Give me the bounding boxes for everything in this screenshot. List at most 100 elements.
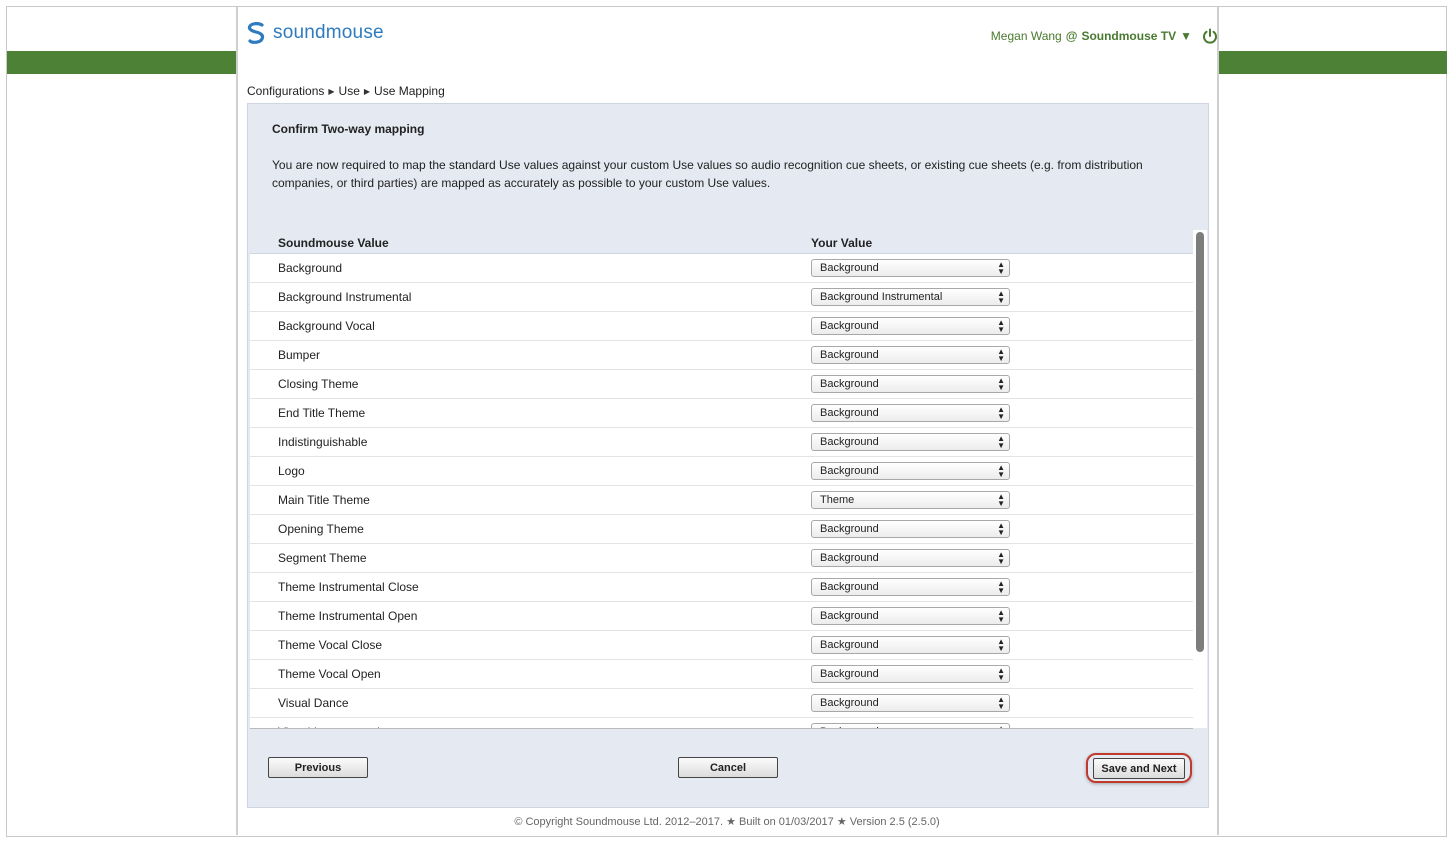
select-arrows-icon: ▲▼ <box>997 434 1005 450</box>
soundmouse-logo[interactable]: soundmouse <box>247 20 384 46</box>
table-row: Segment Theme Background ▲ ▼ <box>250 544 1193 573</box>
your-value-select[interactable]: Background ▲▼ <box>811 694 1010 712</box>
your-value-select[interactable]: Background ▲▼ <box>811 665 1010 683</box>
select-value: Background <box>820 639 879 651</box>
main-nav: General Users Channels Prod. Companies C… <box>278 51 1178 74</box>
select-arrows-icon: ▲▼ <box>997 492 1005 508</box>
table-row: End Title Theme Background ▲ ▼ <box>250 399 1193 428</box>
nav-general[interactable]: General <box>278 51 428 74</box>
your-value-select[interactable]: Background ▲▼ <box>811 636 1010 654</box>
soundmouse-value-label: Segment Theme <box>278 551 367 565</box>
select-value: Background <box>820 436 879 448</box>
your-value-select[interactable]: Background ▲▼ <box>811 607 1010 625</box>
table-header: Soundmouse Value Your Value <box>250 230 1193 254</box>
soundmouse-value-label: Visual Dance <box>278 696 349 710</box>
table-scrollbar[interactable] <box>1193 230 1207 728</box>
your-value-select[interactable]: Background ▲▼ <box>811 462 1010 480</box>
soundmouse-logo-icon <box>247 22 265 44</box>
select-arrows-icon: ▲▼ <box>997 637 1005 653</box>
power-icon[interactable] <box>1202 28 1218 44</box>
select-value: Background <box>820 726 879 728</box>
logo-text: soundmouse <box>273 22 384 43</box>
your-value-select[interactable]: Background ▲▼ <box>811 404 1010 422</box>
soundmouse-value-label: Theme Vocal Open <box>278 667 381 681</box>
select-arrows-icon: ▲▼ <box>997 724 1005 729</box>
select-arrows-icon: ▲▼ <box>997 376 1005 392</box>
table-row: Theme Vocal Close Background ▲ ▼ <box>250 631 1193 660</box>
soundmouse-value-label: Theme Instrumental Close <box>278 580 419 594</box>
select-value: Background <box>820 523 879 535</box>
panel-title: Confirm Two-way mapping <box>272 122 425 136</box>
select-value: Background Instrumental <box>820 291 943 303</box>
select-value: Background <box>820 697 879 709</box>
account-dropdown-caret-icon[interactable]: ▼ <box>1180 29 1192 43</box>
your-value-select[interactable]: Background ▲▼ <box>811 723 1010 729</box>
your-value-select[interactable]: Background ▲▼ <box>811 259 1010 277</box>
mapping-table[interactable]: Soundmouse Value Your Value Background Ba… <box>250 230 1193 729</box>
user-name: Megan Wang <box>990 29 1062 43</box>
select-arrows-icon: ▲▼ <box>997 579 1005 595</box>
soundmouse-value-label: End Title Theme <box>278 406 366 420</box>
your-value-select[interactable]: Theme ▲ ▼ <box>811 491 1010 509</box>
soundmouse-value-label: Theme Vocal Close <box>278 638 383 652</box>
table-row: Background Instrumental Background Instru… <box>250 283 1193 312</box>
select-value: Background <box>820 349 879 361</box>
your-value-select[interactable]: Background ▲▼ <box>811 346 1010 364</box>
column-header-your-value: Your Value <box>811 236 873 250</box>
soundmouse-value-label: Indistinguishable <box>278 435 368 449</box>
cancel-button[interactable]: Cancel <box>678 757 778 778</box>
soundmouse-value-label: Visual Instrumental <box>278 725 380 728</box>
select-arrows-icon: ▲▼ <box>997 405 1005 421</box>
select-arrows-icon: ▲▼ <box>997 666 1005 682</box>
soundmouse-value-label: Background Vocal <box>278 319 375 333</box>
breadcrumb-arrow-icon: ▶ <box>363 86 371 96</box>
soundmouse-value-label: Bumper <box>278 348 321 362</box>
select-value: Background <box>820 320 879 332</box>
table-row: Visual Instrumental Background ▲▼ <box>250 718 1193 729</box>
your-value-select[interactable]: Background ▲▼ <box>811 375 1010 393</box>
scrollbar-thumb[interactable] <box>1196 232 1204 652</box>
select-value: Background <box>820 552 879 564</box>
account-name: Soundmouse TV <box>1081 29 1177 43</box>
table-row: Opening Theme Background ▲ ▼ <box>250 515 1193 544</box>
breadcrumb-use-mapping: Use Mapping <box>374 84 445 98</box>
table-row: Bumper Background ▲ ▼ <box>250 341 1193 370</box>
user-menu[interactable]: Megan Wang @ Soundmouse TV ▼ <box>991 28 1218 44</box>
soundmouse-value-label: Closing Theme <box>278 377 359 391</box>
your-value-select[interactable]: Background ▲▼ <box>811 578 1010 596</box>
breadcrumb-configurations[interactable]: Configurations <box>247 84 324 98</box>
select-arrows-icon: ▲▼ <box>997 608 1005 624</box>
select-value: Background <box>820 407 879 419</box>
user-at: @ <box>1065 29 1078 43</box>
mapping-panel: Confirm Two-way mapping You are now requ… <box>247 103 1209 808</box>
select-arrows-icon: ▲▼ <box>997 260 1005 276</box>
soundmouse-value-label: Background <box>278 261 343 275</box>
soundmouse-value-label: Theme Instrumental Open <box>278 609 418 623</box>
soundmouse-value-label: Main Title Theme <box>278 493 370 507</box>
previous-button[interactable]: Previous <box>268 757 368 778</box>
your-value-select[interactable]: Background Instrumental ▲ ▼ <box>811 288 1010 306</box>
footer-copyright: © Copyright Soundmouse Ltd. 2012–2017. ★… <box>514 816 940 828</box>
soundmouse-value-label: Logo <box>278 464 305 478</box>
breadcrumb-use[interactable]: Use <box>339 84 360 98</box>
table-row: Theme Instrumental Close Background ▲ ▼ <box>250 573 1193 602</box>
your-value-select[interactable]: Background ▲▼ <box>811 520 1010 538</box>
table-row: Theme Vocal Open Background ▲ ▼ <box>250 660 1193 689</box>
nav-channels[interactable]: Channels <box>578 51 728 74</box>
breadcrumb: Configurations ▶ Use ▶ Use Mapping <box>247 84 445 98</box>
your-value-select[interactable]: Background ▲▼ <box>811 317 1010 335</box>
select-value: Background <box>820 262 879 274</box>
soundmouse-value-label: Opening Theme <box>278 522 364 536</box>
nav-users[interactable]: Users <box>428 51 578 74</box>
table-row: Indistinguishable Background ▲ ▼ <box>250 428 1193 457</box>
nav-configurations[interactable]: Configurations <box>878 51 1028 74</box>
select-value: Theme <box>820 494 855 506</box>
your-value-select[interactable]: Background ▲▼ <box>811 433 1010 451</box>
table-row: Background Background ▲ ▼ <box>250 254 1193 283</box>
select-value: Background <box>820 465 879 477</box>
nav-advanced[interactable]: Advanced <box>1028 51 1178 74</box>
nav-prod-companies[interactable]: Prod. Companies <box>728 51 878 74</box>
your-value-select[interactable]: Background ▲▼ <box>811 549 1010 567</box>
table-row: Main Title Theme Theme ▲ ▼ <box>250 486 1193 515</box>
save-and-next-button[interactable]: Save and Next <box>1093 758 1185 779</box>
